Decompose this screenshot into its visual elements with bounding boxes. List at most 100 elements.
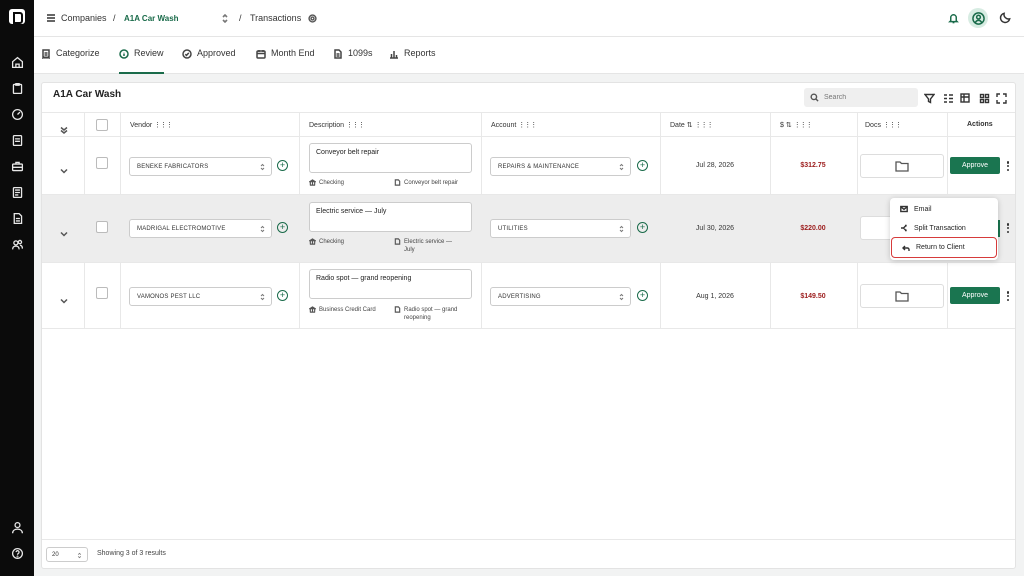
document-list-icon[interactable]: [9, 185, 25, 199]
folder-icon: [895, 291, 909, 302]
table-header: Vendor ⋮⋮⋮ Description ⋮⋮⋮ Account ⋮⋮⋮ D…: [42, 112, 1015, 137]
filter-icon[interactable]: [923, 91, 936, 104]
add-vendor-icon[interactable]: +: [277, 160, 288, 171]
approve-button[interactable]: Approve: [950, 287, 1000, 304]
notification-bell-icon[interactable]: [948, 12, 959, 24]
add-vendor-icon[interactable]: +: [277, 222, 288, 233]
home-icon[interactable]: [9, 55, 25, 69]
tab-categorize-label: Categorize: [56, 48, 100, 58]
menu-item-return-to-client[interactable]: Return to Client: [891, 237, 997, 258]
expand-row-icon[interactable]: [60, 292, 68, 304]
transaction-amount: $149.50: [800, 293, 826, 300]
user-profile-icon[interactable]: [9, 520, 25, 534]
breadcrumb-separator: /: [113, 13, 116, 23]
tab-categorize[interactable]: Categorize: [41, 48, 100, 74]
user-avatar-icon[interactable]: [968, 8, 988, 28]
select-all-checkbox[interactable]: [96, 119, 108, 131]
expand-row-icon[interactable]: [60, 162, 68, 174]
account-value: ADVERTISING: [498, 293, 541, 300]
payment-source-label: Checking: [319, 180, 345, 186]
column-menu-icon[interactable]: ⋮⋮⋮: [154, 122, 173, 129]
menu-icon[interactable]: [46, 13, 56, 23]
account-value: REPAIRS & MAINTENANCE: [498, 163, 580, 170]
menu-item-split-transaction[interactable]: Split Transaction: [890, 219, 998, 237]
more-actions-icon[interactable]: [1006, 223, 1010, 233]
file-text-icon[interactable]: [9, 211, 25, 225]
tab-reports[interactable]: Reports: [389, 48, 436, 74]
clipboard-icon[interactable]: [9, 81, 25, 95]
sort-icon[interactable]: ⇅: [786, 122, 792, 129]
expand-row-icon[interactable]: [60, 225, 68, 237]
payment-source-label: Business Credit Card: [319, 307, 376, 313]
tab-1099s[interactable]: 1099s: [333, 48, 373, 74]
description-field[interactable]: Radio spot — grand reopening: [309, 269, 472, 299]
tab-review[interactable]: Review: [119, 48, 164, 74]
menu-item-email-label: Email: [914, 205, 932, 213]
vendor-value: BENEKE FABRICATORS: [137, 163, 209, 170]
more-actions-icon[interactable]: [1006, 161, 1010, 171]
tab-month-end-label: Month End: [271, 48, 315, 58]
add-account-icon[interactable]: +: [637, 222, 648, 233]
column-description[interactable]: Description ⋮⋮⋮: [309, 121, 365, 129]
dark-mode-icon[interactable]: [999, 11, 1012, 24]
columns-icon[interactable]: [943, 91, 954, 103]
tab-approved[interactable]: Approved: [182, 48, 236, 74]
more-actions-icon[interactable]: [1006, 291, 1010, 301]
company-selector-chevron-icon[interactable]: [222, 14, 228, 23]
collapse-all-icon[interactable]: [60, 121, 68, 134]
vendor-select[interactable]: VAMONOS PEST LLC: [129, 287, 272, 306]
approve-button[interactable]: Approve: [950, 157, 1000, 174]
memo-icon: [394, 179, 401, 186]
grid-view-icon[interactable]: [979, 91, 990, 104]
column-menu-icon[interactable]: ⋮⋮⋮: [695, 122, 714, 129]
column-vendor[interactable]: Vendor ⋮⋮⋮: [130, 121, 173, 129]
tab-month-end[interactable]: Month End: [256, 48, 315, 74]
search-input[interactable]: [824, 94, 914, 101]
column-date-label: Date: [670, 122, 685, 129]
table-row[interactable]: VAMONOS PEST LLC + Radio spot — grand re…: [42, 263, 1015, 329]
column-vendor-label: Vendor: [130, 122, 153, 129]
users-icon[interactable]: [9, 237, 25, 251]
docs-dropzone[interactable]: [860, 154, 944, 178]
column-amount[interactable]: $ ⇅ ⋮⋮⋮: [780, 121, 813, 129]
search-box[interactable]: [804, 88, 918, 107]
column-account-label: Account: [491, 122, 517, 129]
description-field[interactable]: Electric service — July: [309, 202, 472, 232]
account-select[interactable]: REPAIRS & MAINTENANCE: [490, 157, 631, 176]
description-field[interactable]: Conveyor belt repair: [309, 143, 472, 173]
ledger-icon[interactable]: [9, 133, 25, 147]
column-menu-icon[interactable]: ⋮⋮⋮: [883, 122, 902, 129]
company-selector[interactable]: A1A Car Wash: [124, 12, 179, 26]
row-checkbox[interactable]: [96, 157, 108, 169]
page-size-select[interactable]: 20: [46, 547, 88, 562]
add-account-icon[interactable]: +: [637, 160, 648, 171]
column-docs[interactable]: Docs ⋮⋮⋮: [865, 121, 902, 129]
column-account[interactable]: Account ⋮⋮⋮: [491, 121, 537, 129]
gauge-icon[interactable]: [9, 107, 25, 121]
menu-item-email[interactable]: Email: [890, 200, 998, 218]
table-row[interactable]: MADRIGAL ELECTROMOTIVE + Electric servic…: [42, 195, 1015, 263]
docs-dropzone[interactable]: [860, 284, 944, 308]
help-icon[interactable]: [9, 546, 25, 560]
table-row[interactable]: BENEKE FABRICATORS + Conveyor belt repai…: [42, 137, 1015, 195]
vendor-select[interactable]: BENEKE FABRICATORS: [129, 157, 272, 176]
settings-icon[interactable]: [308, 14, 317, 23]
column-menu-icon[interactable]: ⋮⋮⋮: [518, 122, 537, 129]
account-select[interactable]: UTILITIES: [490, 219, 631, 238]
row-checkbox[interactable]: [96, 287, 108, 299]
add-table-icon[interactable]: [960, 91, 971, 103]
app-logo[interactable]: [9, 9, 25, 24]
add-vendor-icon[interactable]: +: [277, 290, 288, 301]
column-date[interactable]: Date ⇅ ⋮⋮⋮: [670, 121, 714, 129]
calendar-icon: [256, 50, 266, 59]
vendor-select[interactable]: MADRIGAL ELECTROMOTIVE: [129, 219, 272, 238]
briefcase-icon[interactable]: [9, 159, 25, 173]
add-account-icon[interactable]: +: [637, 290, 648, 301]
sort-icon[interactable]: ⇅: [687, 122, 693, 129]
account-select[interactable]: ADVERTISING: [490, 287, 631, 306]
column-menu-icon[interactable]: ⋮⋮⋮: [794, 122, 813, 129]
row-checkbox[interactable]: [96, 221, 108, 233]
breadcrumb-companies[interactable]: Companies: [61, 11, 107, 25]
column-menu-icon[interactable]: ⋮⋮⋮: [346, 122, 365, 129]
fullscreen-icon[interactable]: [996, 91, 1007, 104]
